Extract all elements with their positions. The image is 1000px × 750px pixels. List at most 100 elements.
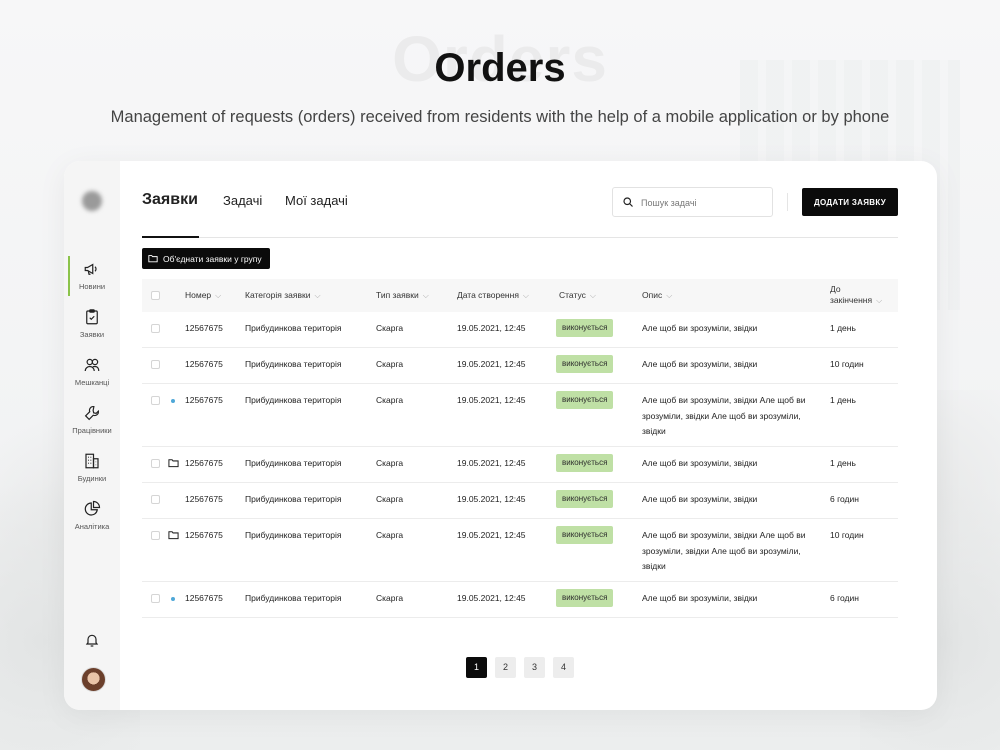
order-type: Скарга: [376, 359, 404, 369]
column-header-description[interactable]: Опис ⌵: [642, 290, 672, 301]
table-header: Номер ⌵ Категорія заявки ⌵ Тип заявки ⌵ Дат…: [142, 279, 898, 312]
tab-orders[interactable]: Заявки: [142, 191, 198, 209]
order-created-date: 19.05.2021, 12:45: [457, 530, 526, 540]
order-deadline: 10 годин: [830, 530, 864, 540]
main-content: Заявки Задачі Мої задачі ДОДАТИ ЗАЯВКУ О…: [120, 161, 937, 710]
order-created-date: 19.05.2021, 12:45: [457, 395, 526, 405]
select-all-checkbox[interactable]: [151, 291, 160, 300]
bell-icon[interactable]: [84, 632, 100, 648]
order-description: Але щоб ви зрозуміли, звідки: [642, 593, 758, 603]
active-tab-indicator: [142, 236, 199, 238]
header-divider: [787, 193, 788, 211]
column-header-category[interactable]: Категорія заявки ⌵: [245, 290, 321, 301]
order-created-date: 19.05.2021, 12:45: [457, 359, 526, 369]
table-row[interactable]: 12567675 Прибудинкова територія Скарга 19.0…: [142, 447, 898, 483]
status-badge: виконується: [556, 319, 614, 337]
wrench-icon: [84, 406, 99, 421]
status-badge: виконується: [556, 391, 614, 409]
chevron-down-icon: ⌵: [666, 291, 673, 300]
sidebar-item-label: Будинки: [77, 474, 107, 483]
clipboard-icon: [86, 309, 98, 325]
tab-tasks[interactable]: Задачі: [223, 193, 262, 208]
hero-title: Orders: [434, 46, 566, 90]
order-category: Прибудинкова територія: [245, 359, 342, 369]
order-number: 12567675: [185, 593, 223, 603]
status-badge: виконується: [556, 490, 614, 508]
row-checkbox[interactable]: [151, 324, 160, 333]
row-checkbox[interactable]: [151, 495, 160, 504]
order-created-date: 19.05.2021, 12:45: [457, 593, 526, 603]
order-number: 12567675: [185, 323, 223, 333]
column-header-created[interactable]: Дата створення ⌵: [457, 290, 529, 301]
row-checkbox[interactable]: [151, 594, 160, 603]
order-deadline: 6 годин: [830, 494, 859, 504]
sidebar-item-label: Аналітика: [74, 522, 110, 531]
row-checkbox[interactable]: [151, 459, 160, 468]
group-orders-button[interactable]: Об'єднати заявки у групу: [142, 248, 270, 269]
chevron-down-icon: ⌵: [215, 291, 222, 300]
search-icon: [623, 197, 633, 207]
order-deadline: 1 день: [830, 395, 856, 405]
tab-my-tasks[interactable]: Мої задачі: [285, 193, 348, 208]
order-category: Прибудинкова територія: [245, 494, 342, 504]
logo: [82, 191, 102, 211]
order-created-date: 19.05.2021, 12:45: [457, 494, 526, 504]
app-window: Новини Заявки Мешканці Працівники Будинк…: [64, 161, 937, 710]
table-row[interactable]: 12567675 Прибудинкова територія Скарга 19.0…: [142, 519, 898, 582]
column-header-status[interactable]: Статус ⌵: [559, 290, 596, 301]
column-header-deadline[interactable]: До закінчення ⌵: [830, 284, 882, 306]
chevron-down-icon: ⌵: [314, 291, 321, 300]
sidebar-item-buildings[interactable]: Будинки: [64, 452, 120, 492]
folder-icon: [148, 255, 158, 263]
order-type: Скарга: [376, 593, 404, 603]
order-deadline: 10 годин: [830, 359, 864, 369]
order-number: 12567675: [185, 359, 223, 369]
status-badge: виконується: [556, 589, 614, 607]
building-icon: [85, 453, 99, 469]
page-button[interactable]: 3: [524, 657, 545, 678]
row-checkbox[interactable]: [151, 531, 160, 540]
order-category: Прибудинкова територія: [245, 395, 342, 405]
search-input[interactable]: [641, 194, 766, 211]
table-row[interactable]: 12567675 Прибудинкова територія Скарга 19.0…: [142, 582, 898, 618]
row-checkbox[interactable]: [151, 360, 160, 369]
order-description: Але щоб ви зрозуміли, звідки: [642, 458, 758, 468]
pie-chart-icon: [84, 500, 101, 516]
order-type: Скарга: [376, 530, 404, 540]
sidebar-item-residents[interactable]: Мешканці: [64, 356, 120, 396]
order-number: 12567675: [185, 530, 223, 540]
sidebar-item-label: Новини: [78, 282, 106, 291]
folder-icon: [168, 459, 179, 468]
page-button[interactable]: 1: [466, 657, 487, 678]
chevron-down-icon: ⌵: [522, 291, 529, 300]
pagination: 1234: [466, 657, 574, 678]
sidebar: Новини Заявки Мешканці Працівники Будинк…: [64, 161, 120, 710]
page-button[interactable]: 2: [495, 657, 516, 678]
order-deadline: 1 день: [830, 458, 856, 468]
sidebar-item-analytics[interactable]: Аналітика: [64, 500, 120, 540]
avatar[interactable]: [81, 667, 106, 692]
table-row[interactable]: 12567675 Прибудинкова територія Скарга 19.0…: [142, 384, 898, 447]
order-created-date: 19.05.2021, 12:45: [457, 323, 526, 333]
sidebar-item-orders[interactable]: Заявки: [64, 308, 120, 348]
add-order-button[interactable]: ДОДАТИ ЗАЯВКУ: [802, 188, 898, 216]
sidebar-item-news[interactable]: Новини: [64, 256, 120, 300]
sidebar-item-workers[interactable]: Працівники: [64, 404, 120, 444]
chevron-down-icon: ⌵: [422, 291, 429, 300]
status-badge: виконується: [556, 355, 614, 373]
page-button[interactable]: 4: [553, 657, 574, 678]
order-number: 12567675: [185, 494, 223, 504]
status-badge: виконується: [556, 454, 614, 472]
column-header-number[interactable]: Номер ⌵: [185, 290, 221, 301]
table-body: 12567675 Прибудинкова територія Скарга 19.0…: [142, 312, 898, 618]
order-deadline: 1 день: [830, 323, 856, 333]
column-header-type[interactable]: Тип заявки ⌵: [376, 290, 429, 301]
row-checkbox[interactable]: [151, 396, 160, 405]
table-row[interactable]: 12567675 Прибудинкова територія Скарга 19.0…: [142, 348, 898, 384]
order-description: Але щоб ви зрозуміли, звідки: [642, 323, 758, 333]
megaphone-icon: [84, 263, 97, 275]
order-description: Але щоб ви зрозуміли, звідки Але щоб ви …: [642, 530, 806, 571]
table-row[interactable]: 12567675 Прибудинкова територія Скарга 19.0…: [142, 483, 898, 519]
order-number: 12567675: [185, 458, 223, 468]
table-row[interactable]: 12567675 Прибудинкова територія Скарга 19.0…: [142, 312, 898, 348]
